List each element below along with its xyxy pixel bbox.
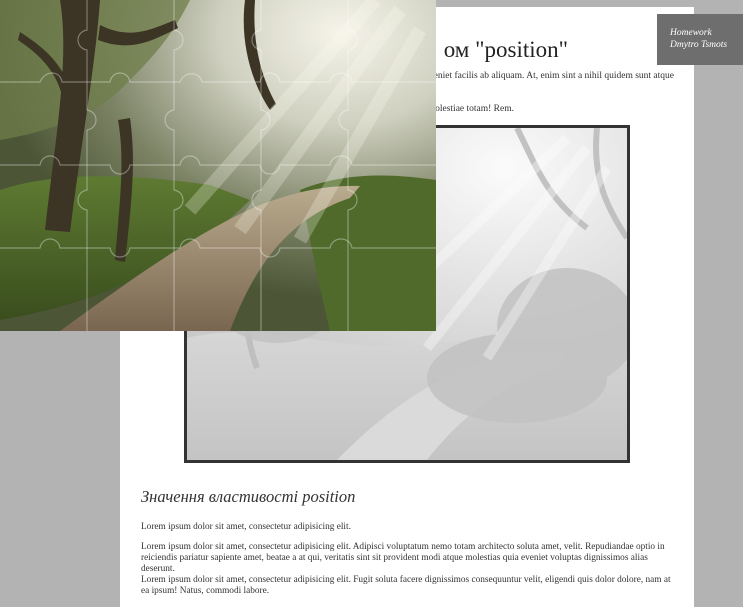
badge-line-1: Homework xyxy=(670,28,712,38)
paragraph-2: Lorem ipsum dolor sit amet, consectetur … xyxy=(141,542,665,575)
paragraph-3: Lorem ipsum dolor sit amet, consectetur … xyxy=(141,575,671,597)
puzzle-forest-image[interactable] xyxy=(0,0,436,331)
section-title: Значення властивості position xyxy=(141,487,356,506)
badge-line-2: Dmytro Tsmots xyxy=(670,40,728,50)
paragraph-1: Lorem ipsum dolor sit amet, consectetur … xyxy=(141,522,351,532)
homework-badge: Homework Dmytro Tsmots xyxy=(657,14,743,65)
